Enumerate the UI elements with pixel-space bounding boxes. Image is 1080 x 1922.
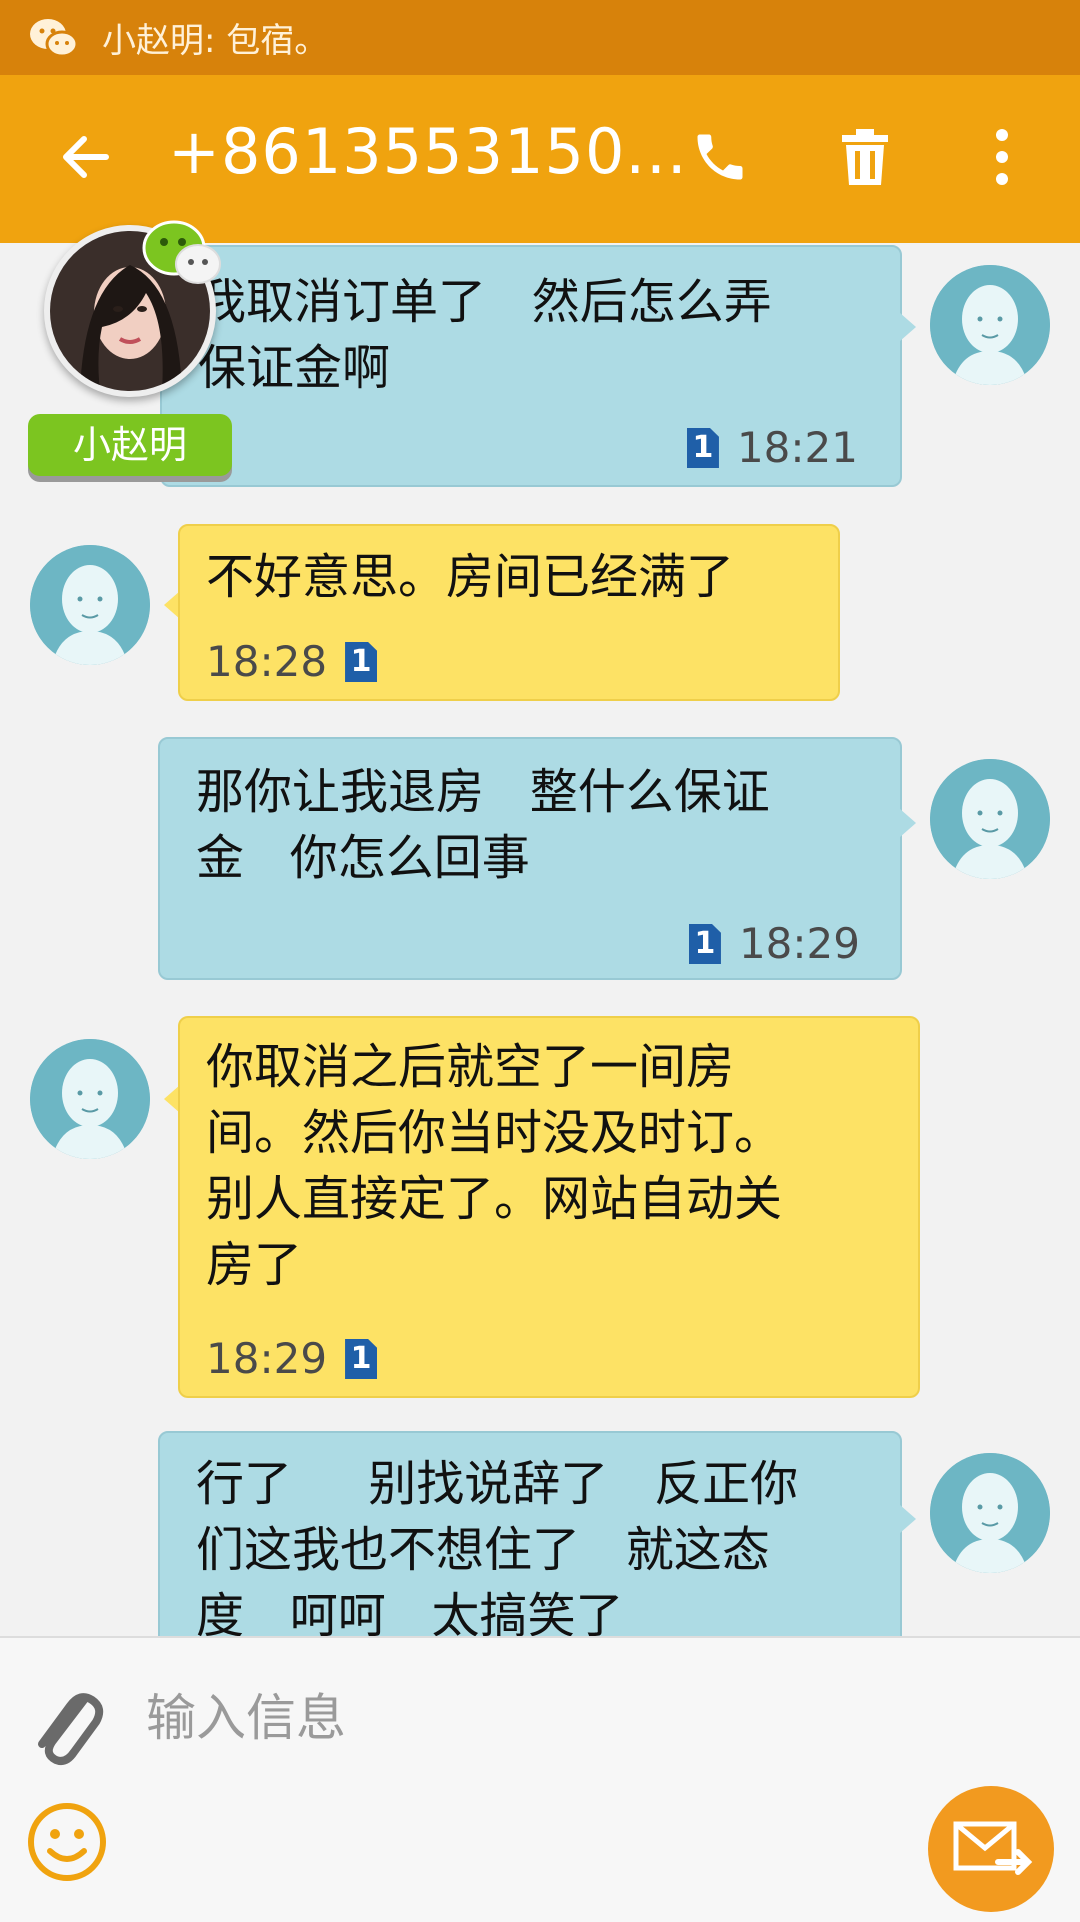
- message-text: 不好意思。房间已经满了: [206, 549, 735, 605]
- message-meta: 1 18:21: [686, 415, 858, 481]
- emoji-icon[interactable]: [26, 1801, 108, 1883]
- message-meta: 18:28 1: [206, 629, 378, 695]
- message-text: 行了 别找说辞了 反正你 们这我也不想住了 就这态 度 呵呵 太搞笑了: [196, 1456, 799, 1636]
- message-text: 那你让我退房 整什么保证 金 你怎么回事: [196, 764, 770, 886]
- sim-card-icon: 1: [345, 1339, 378, 1379]
- phone-icon[interactable]: [690, 127, 750, 187]
- wechat-badge-icon: [140, 218, 224, 288]
- sim-card-icon: 1: [686, 428, 719, 468]
- compose-bar: 输入信息: [0, 1636, 1080, 1922]
- wechat-icon: [28, 17, 80, 59]
- avatar[interactable]: [30, 1039, 150, 1159]
- bubble-tail: [900, 313, 916, 341]
- message-text: 我取消订单了 然后怎么弄 保证金啊: [198, 274, 772, 396]
- sim-card-icon: 1: [345, 642, 378, 682]
- sent-message-bubble[interactable]: 行了 别找说辞了 反正你 们这我也不想住了 就这态 度 呵呵 太搞笑了: [158, 1431, 902, 1636]
- sent-message-bubble[interactable]: 那你让我退房 整什么保证 金 你怎么回事 1 18:29: [158, 737, 902, 980]
- message-time: 18:29: [206, 1334, 328, 1383]
- received-message-bubble[interactable]: 你取消之后就空了一间房 间。然后你当时没及时订。 别人直接定了。网站自动关 房了…: [178, 1016, 920, 1398]
- avatar[interactable]: [930, 759, 1050, 879]
- bubble-tail: [900, 1505, 916, 1533]
- message-text: 你取消之后就空了一间房 间。然后你当时没及时订。 别人直接定了。网站自动关 房了: [206, 1039, 783, 1293]
- avatar[interactable]: [30, 545, 150, 665]
- received-message-bubble[interactable]: 不好意思。房间已经满了 18:28 1: [178, 524, 840, 701]
- more-vert-icon[interactable]: [990, 125, 1014, 189]
- sent-message-bubble[interactable]: 我取消订单了 然后怎么弄 保证金啊 1 18:21: [160, 245, 902, 487]
- notification-text[interactable]: 小赵明: 包宿。: [102, 13, 328, 62]
- avatar[interactable]: [930, 1453, 1050, 1573]
- conversation-title: +8613553150...: [168, 115, 688, 188]
- message-time: 18:29: [738, 919, 860, 968]
- status-bar: 小赵明: 包宿。: [0, 0, 1080, 75]
- sim-card-icon: 1: [688, 924, 721, 964]
- send-button[interactable]: [928, 1786, 1054, 1912]
- message-meta: 1 18:29: [688, 911, 860, 977]
- avatar[interactable]: [930, 265, 1050, 385]
- message-meta: 18:29 1: [206, 1326, 378, 1392]
- message-time: 18:28: [206, 637, 328, 686]
- send-icon: [953, 1821, 1033, 1875]
- floating-contact-name[interactable]: 小赵明: [28, 414, 232, 476]
- bubble-tail: [900, 809, 916, 837]
- back-arrow-icon[interactable]: [56, 127, 116, 187]
- message-time: 18:21: [736, 423, 858, 472]
- attach-icon[interactable]: [30, 1680, 104, 1770]
- message-input[interactable]: 输入信息: [146, 1678, 346, 1750]
- trash-icon[interactable]: [838, 127, 892, 187]
